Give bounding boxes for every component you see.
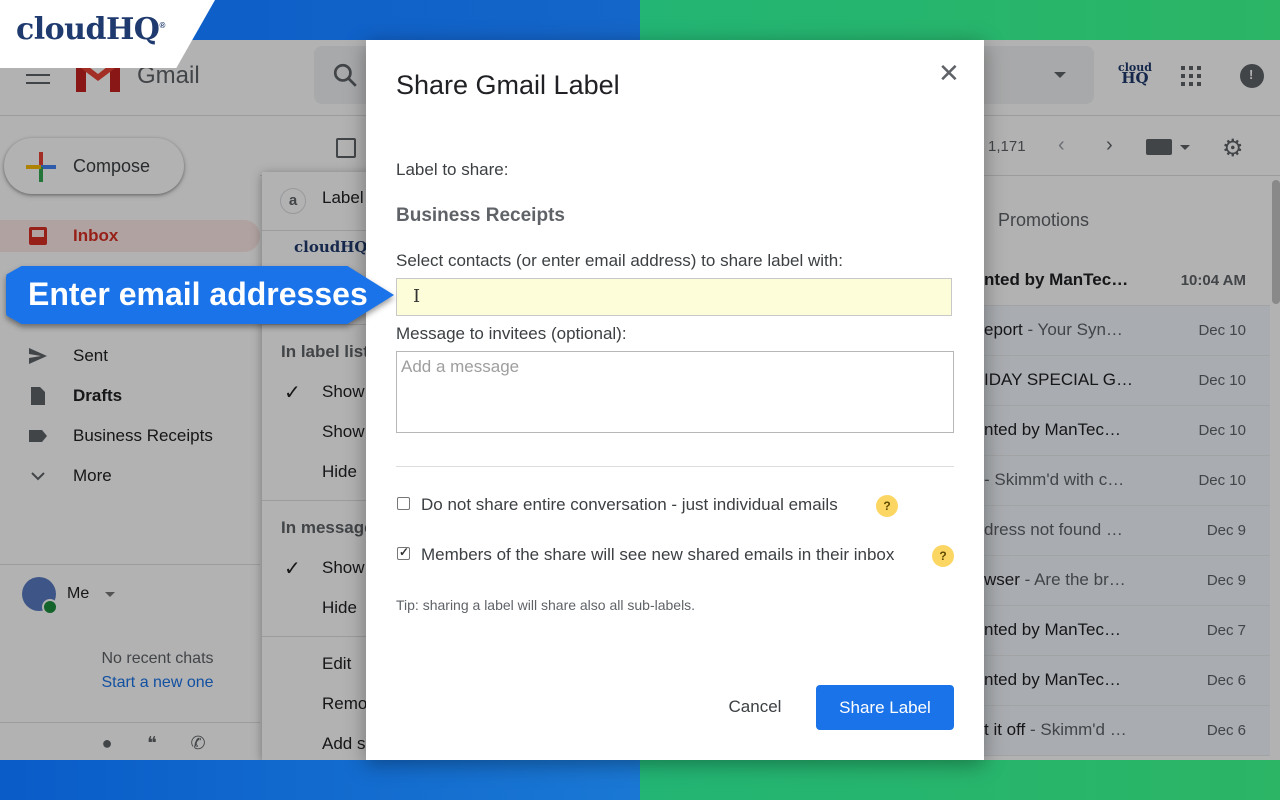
callout-text: Enter email addresses (28, 276, 368, 312)
help-icon[interactable]: ? (876, 495, 898, 517)
tip-text: Tip: sharing a label will share also all… (396, 597, 696, 613)
share-label-button[interactable]: Share Label (816, 685, 954, 730)
text-cursor-icon: I (413, 286, 421, 307)
frame-top-right (640, 0, 1280, 40)
instruction-callout: Enter email addresses (6, 266, 394, 324)
label-to-share-heading: Label to share: (396, 160, 509, 179)
message-label: Message to invitees (optional): (396, 324, 627, 343)
individual-emails-checkbox[interactable] (397, 497, 410, 510)
frame-bottom-right (640, 760, 1280, 800)
share-label-dialog: Share Gmail Label ✕ Label to share: Busi… (366, 40, 984, 760)
close-icon[interactable]: ✕ (938, 58, 960, 89)
brand-logo: cloudHQ® (16, 12, 165, 47)
help-icon[interactable]: ? (932, 545, 954, 567)
label-name: Business Receipts (396, 205, 565, 226)
select-contacts-label: Select contacts (or enter email address)… (396, 251, 843, 270)
inbox-notify-checkbox[interactable] (397, 545, 410, 560)
inbox-notify-label[interactable]: Members of the share will see new shared… (421, 545, 894, 565)
message-textarea[interactable] (396, 351, 954, 433)
individual-emails-label[interactable]: Do not share entire conversation - just … (421, 495, 838, 515)
dialog-divider (396, 466, 954, 467)
contacts-input[interactable] (396, 278, 952, 316)
frame-bottom-left (0, 760, 640, 800)
dialog-title: Share Gmail Label (396, 70, 620, 100)
cancel-button[interactable]: Cancel (712, 686, 798, 728)
